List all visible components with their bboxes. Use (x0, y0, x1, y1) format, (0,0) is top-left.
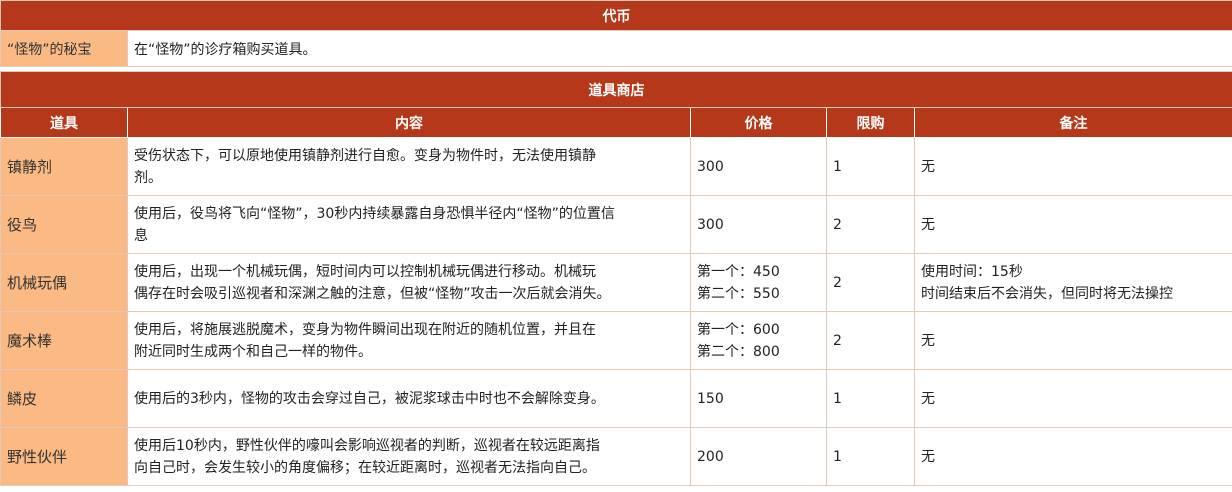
token-label: “怪物”的秘宝 (0, 30, 128, 67)
content-line: 使用后10秒内，野性伙伴的嚎叫会影响巡视者的判断，巡视者在较远距离指 (134, 437, 600, 454)
item-limit: 2 (826, 195, 915, 254)
content-line: 使用后，役鸟将飞向“怪物”，30秒内持续暴露自身恐惧半径内“怪物”的位置信 (134, 205, 615, 222)
token-table: 代币 “怪物”的秘宝 在“怪物”的诊疗箱购买道具。 (0, 0, 1232, 67)
item-name: 役鸟 (0, 195, 128, 254)
price-line: 200 (697, 448, 724, 465)
table-row: 镇静剂 受伤状态下，可以原地使用镇静剂进行自愈。变身为物件时，无法使用镇静 剂。 … (0, 137, 1232, 196)
column-header-item: 道具 (0, 107, 128, 138)
item-content: 使用后的3秒内，怪物的攻击会穿过自己，被泥浆球击中时也不会解除变身。 (127, 369, 691, 428)
item-name: 野性伙伴 (0, 427, 128, 486)
price-line: 300 (697, 216, 724, 233)
column-header-content: 内容 (127, 107, 691, 138)
content-line: 使用后，出现一个机械玩偶，短时间内可以控制机械玩偶进行移动。机械玩 (134, 263, 596, 280)
table-row: 役鸟 使用后，役鸟将飞向“怪物”，30秒内持续暴露自身恐惧半径内“怪物”的位置信… (0, 195, 1232, 254)
item-note: 无 (913, 369, 1232, 428)
note-line: 无 (921, 216, 935, 233)
token-section-title: 代币 (0, 0, 1232, 31)
item-name: 机械玩偶 (0, 253, 128, 312)
content-line: 附近同时生成两个和自己一样的物件。 (134, 343, 372, 360)
item-price: 300 (690, 137, 827, 196)
item-content: 使用后10秒内，野性伙伴的嚎叫会影响巡视者的判断，巡视者在较远距离指 向自己时，会… (127, 427, 691, 486)
item-price: 150 (690, 369, 827, 428)
note-line: 无 (921, 158, 935, 175)
price-line: 第一个：600 (697, 321, 780, 338)
note-line: 无 (921, 448, 935, 465)
table-row: 机械玩偶 使用后，出现一个机械玩偶，短时间内可以控制机械玩偶进行移动。机械玩 偶存… (0, 253, 1232, 312)
item-limit: 1 (826, 369, 915, 428)
column-header-limit: 限购 (826, 107, 915, 138)
content-line: 受伤状态下，可以原地使用镇静剂进行自愈。变身为物件时，无法使用镇静 (134, 147, 596, 164)
item-limit: 1 (826, 137, 915, 196)
price-line: 第一个：450 (697, 263, 780, 280)
item-content: 使用后，役鸟将飞向“怪物”，30秒内持续暴露自身恐惧半径内“怪物”的位置信息 (127, 195, 691, 254)
content-line: 息 (134, 227, 148, 244)
content-line: 使用后，将施展逃脱魔术，变身为物件瞬间出现在附近的随机位置，并且在 (134, 321, 596, 338)
item-note: 无 (913, 137, 1232, 196)
item-price: 第一个：600 第二个：800 (690, 311, 827, 370)
note-line: 使用时间：15秒 (921, 263, 1023, 280)
item-name: 鳞皮 (0, 369, 128, 428)
content-line: 剂。 (134, 169, 162, 186)
note-line: 时间结束后不会消失，但同时将无法操控 (921, 285, 1173, 302)
item-note: 无 (913, 195, 1232, 254)
shop-table: 道具商店 道具 内容 价格 限购 备注 镇静剂 受伤状态下，可以原地使用镇静剂进… (0, 71, 1232, 486)
item-name: 魔术棒 (0, 311, 128, 370)
column-header-row: 道具 内容 价格 限购 备注 (0, 107, 1232, 138)
note-line: 无 (921, 390, 935, 407)
item-note: 无 (913, 311, 1232, 370)
item-limit: 1 (826, 427, 915, 486)
shop-title: 道具商店 (0, 71, 1232, 108)
column-header-price: 价格 (690, 107, 827, 138)
table-row: 野性伙伴 使用后10秒内，野性伙伴的嚎叫会影响巡视者的判断，巡视者在较远距离指向… (0, 427, 1232, 486)
table-row: 鳞皮 使用后的3秒内，怪物的攻击会穿过自己，被泥浆球击中时也不会解除变身。 15… (0, 369, 1232, 428)
item-note: 无 (913, 427, 1232, 486)
item-price: 第一个：450 第二个：550 (690, 253, 827, 312)
content-line: 向自己时，会发生较小的角度偏移；在较近距离时，巡视者无法指向自己。 (134, 459, 596, 476)
item-content: 使用后，出现一个机械玩偶，短时间内可以控制机械玩偶进行移动。机械玩 偶存在时会吸引… (127, 253, 691, 312)
item-note: 使用时间：15秒时间结束后不会消失，但同时将无法操控 (913, 253, 1232, 312)
price-line: 第二个：550 (697, 285, 780, 302)
price-line: 150 (697, 390, 724, 407)
item-price: 200 (690, 427, 827, 486)
content-line: 偶存在时会吸引巡视者和深渊之触的注意，但被“怪物”攻击一次后就会消失。 (134, 285, 611, 302)
item-price: 300 (690, 195, 827, 254)
price-line: 300 (697, 158, 724, 175)
item-limit: 2 (826, 253, 915, 312)
item-content: 使用后，将施展逃脱魔术，变身为物件瞬间出现在附近的随机位置，并且在 附近同时生成两… (127, 311, 691, 370)
table-row: 魔术棒 使用后，将施展逃脱魔术，变身为物件瞬间出现在附近的随机位置，并且在 附近同… (0, 311, 1232, 370)
column-header-note: 备注 (913, 107, 1232, 138)
item-name: 镇静剂 (0, 137, 128, 196)
token-description: 在“怪物”的诊疗箱购买道具。 (127, 30, 1232, 67)
note-line: 无 (921, 332, 935, 349)
item-limit: 2 (826, 311, 915, 370)
content-line: 使用后的3秒内，怪物的攻击会穿过自己，被泥浆球击中时也不会解除变身。 (134, 390, 605, 407)
item-content: 受伤状态下，可以原地使用镇静剂进行自愈。变身为物件时，无法使用镇静 剂。 (127, 137, 691, 196)
price-line: 第二个：800 (697, 343, 780, 360)
